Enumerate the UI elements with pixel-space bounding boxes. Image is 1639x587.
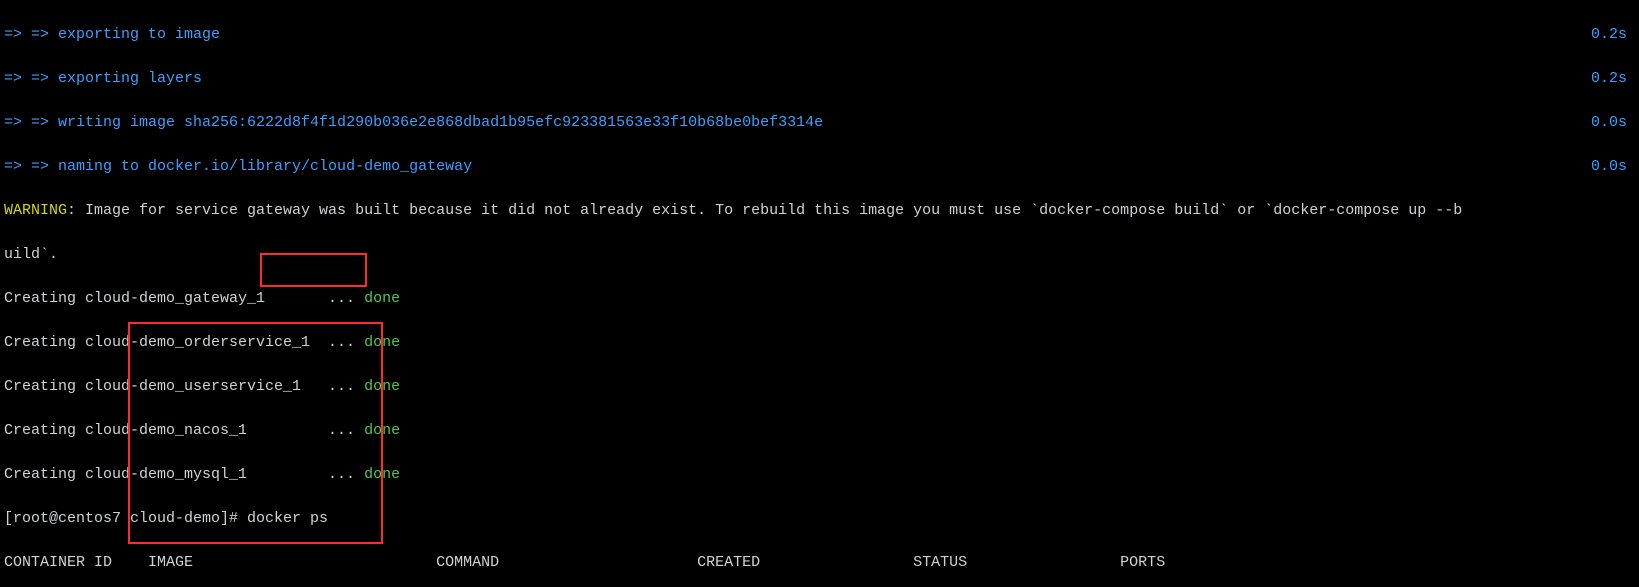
build-line: => => writing image sha256:6222d8f4f1d29… (4, 112, 1635, 134)
build-line: => => naming to docker.io/library/cloud-… (4, 156, 1635, 178)
creating-line: Creating cloud-demo_orderservice_1 ... d… (4, 332, 1635, 354)
prompt-line[interactable]: [root@centos7 cloud-demo]# docker ps (4, 508, 1635, 530)
creating-line: Creating cloud-demo_userservice_1 ... do… (4, 376, 1635, 398)
terminal-output[interactable]: => => exporting to image0.2s => => expor… (0, 0, 1639, 587)
creating-line: Creating cloud-demo_gateway_1 ... done (4, 288, 1635, 310)
command-text: docker ps (247, 510, 328, 527)
warning-line: WARNING: Image for service gateway was b… (4, 200, 1635, 222)
warning-line-cont: uild`. (4, 244, 1635, 266)
build-line: => => exporting to image0.2s (4, 24, 1635, 46)
creating-line: Creating cloud-demo_nacos_1 ... done (4, 420, 1635, 442)
creating-line: Creating cloud-demo_mysql_1 ... done (4, 464, 1635, 486)
table-header: CONTAINER ID IMAGE COMMAND CREATED STATU… (4, 552, 1635, 574)
build-line: => => exporting layers0.2s (4, 68, 1635, 90)
shell-prompt: [root@centos7 cloud-demo]# (4, 510, 247, 527)
